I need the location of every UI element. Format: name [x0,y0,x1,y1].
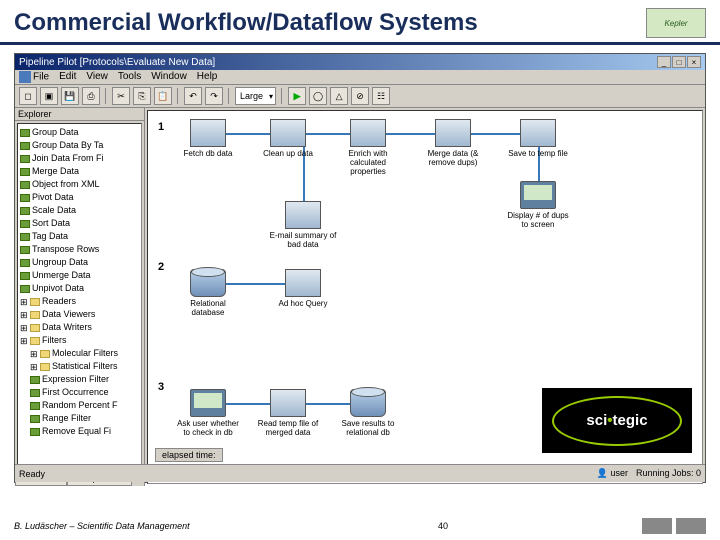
status-user: 👤 user [597,468,628,479]
row-2-label: 2 [156,261,166,273]
zoom-combo[interactable]: Large [235,87,276,105]
page-number: 40 [300,521,586,531]
close-button[interactable]: × [687,56,701,68]
sdsc-logo [642,518,672,534]
node-read-temp[interactable]: Read temp file of merged data [253,389,323,437]
folder-icon [30,298,40,306]
open-icon[interactable]: ▣ [40,87,58,105]
node-query[interactable]: Ad hoc Query [268,269,338,308]
scitegic-logo: sci•tegic [542,388,692,453]
ucsd-logo [676,518,706,534]
node-display[interactable]: Display # of dups to screen [503,181,573,229]
pause-icon[interactable]: ◯ [309,87,327,105]
maximize-button[interactable]: □ [672,56,686,68]
status-ready: Ready [19,469,597,479]
print-icon[interactable]: ⎙ [82,87,100,105]
footer-author: B. Ludäscher – Scientific Data Managemen… [14,521,300,531]
workflow-canvas[interactable]: 1 2 3 Fetch db data Clean up data Enrich… [147,110,703,484]
menubar: File Edit View Tools Window Help [15,70,705,85]
elapsed-time-label: elapsed time: [155,448,223,462]
row-1-label: 1 [156,121,166,133]
info-icon[interactable]: ☷ [372,87,390,105]
explorer-panel: Explorer Group Data Group Data By Ta Joi… [15,108,145,486]
menu-edit[interactable]: Edit [59,71,76,83]
minimize-button[interactable]: _ [657,56,671,68]
kepler-logo: Kepler [646,8,706,38]
paste-icon[interactable]: 📋 [154,87,172,105]
warn-icon[interactable]: △ [330,87,348,105]
save-icon[interactable]: 💾 [61,87,79,105]
statusbar: Ready 👤 user Running Jobs: 0 [15,464,705,482]
node-save-temp[interactable]: Save to temp file [503,119,573,158]
node-fetch-db[interactable]: Fetch db data [173,119,243,158]
new-icon[interactable]: ◻ [19,87,37,105]
redo-icon[interactable]: ↷ [205,87,223,105]
explorer-tree[interactable]: Group Data Group Data By Ta Join Data Fr… [17,123,142,468]
node-cleanup[interactable]: Clean up data [253,119,323,158]
cut-icon[interactable]: ✂ [112,87,130,105]
node-db[interactable]: Relational database [173,269,243,317]
menu-help[interactable]: Help [197,71,218,83]
explorer-title: Explorer [15,108,144,121]
node-email[interactable]: E-mail summary of bad data [268,201,338,249]
window-titlebar: Pipeline Pilot [Protocols\Evaluate New D… [15,54,705,70]
node-enrich[interactable]: Enrich with calculated properties [333,119,403,176]
node-save-db[interactable]: Save results to relational db [333,389,403,437]
node-ask-user[interactable]: Ask user whether to check in db [173,389,243,437]
stop-icon[interactable]: ⊘ [351,87,369,105]
pipeline-pilot-window: Pipeline Pilot [Protocols\Evaluate New D… [14,53,706,483]
run-icon[interactable]: ▶ [288,87,306,105]
copy-icon[interactable]: ⎘ [133,87,151,105]
row-3-label: 3 [156,381,166,393]
node-merge[interactable]: Merge data (& remove dups) [418,119,488,167]
menu-window[interactable]: Window [151,71,187,83]
menu-tools[interactable]: Tools [118,71,141,83]
slide-title: Commercial Workflow/Dataflow Systems [14,9,646,37]
menu-file[interactable]: File [19,71,49,83]
toolbar: ◻ ▣ 💾 ⎙ ✂ ⎘ 📋 ↶ ↷ Large ▶ ◯ △ ⊘ ☷ [15,85,705,108]
window-title: Pipeline Pilot [Protocols\Evaluate New D… [19,57,657,68]
component-icon [20,129,30,137]
menu-view[interactable]: View [86,71,108,83]
undo-icon[interactable]: ↶ [184,87,202,105]
status-jobs: Running Jobs: 0 [636,468,701,479]
